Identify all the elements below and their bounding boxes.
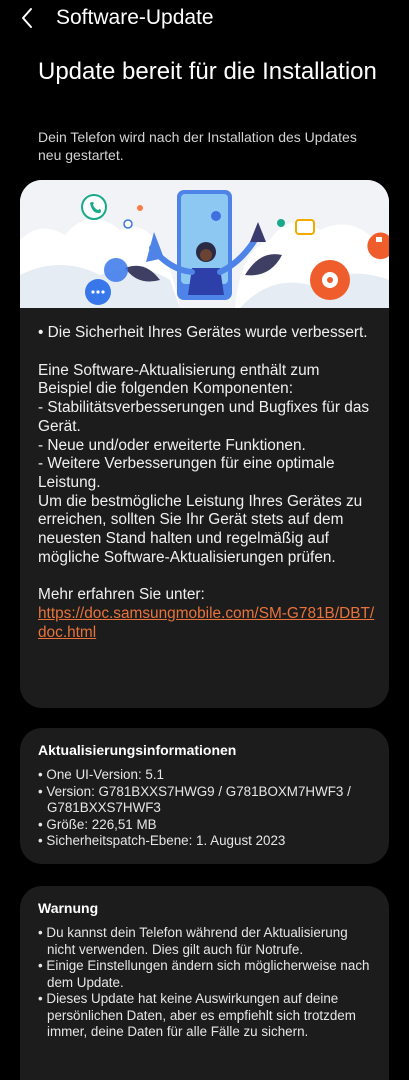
list-item: • Sicherheitspatch-Ebene: 1. August 2023 (38, 833, 286, 848)
restart-notice: Dein Telefon wird nach der Installation … (38, 129, 357, 163)
update-illustration (20, 180, 389, 308)
update-advice: Um die bestmögliche Leistung Ihres Gerät… (38, 492, 363, 566)
release-notes: • Die Sicherheit Ihres Gerätes wurde ver… (38, 324, 376, 643)
update-heading: Update bereit für die Installation (38, 58, 377, 85)
documentation-link[interactable]: https://doc.samsungmobile.com/SM-G781B/D… (38, 605, 374, 641)
component-item: - Neue und/oder erweiterte Funktionen. (38, 436, 306, 454)
page-title: Software-Update (56, 6, 214, 29)
more-info-label: Mehr erfahren Sie unter: (38, 586, 205, 604)
list-item: • Einige Einstellungen ändern sich mögli… (38, 958, 370, 990)
components-intro: Eine Software-Aktualisierung enthält zum… (38, 361, 320, 398)
update-info-list: • One UI-Version: 5.1 • Version: G781BXX… (38, 767, 378, 850)
update-info-title: Aktualisierungsinformationen (38, 742, 237, 758)
list-item: • Größe: 226,51 MB (38, 816, 157, 832)
warning-card: Warnung • Du kannst dein Telefon während… (20, 886, 389, 1080)
warning-title: Warnung (38, 900, 99, 916)
list-item: • One UI-Version: 5.1 (38, 767, 165, 782)
top-bar: Software-Update (0, 0, 409, 38)
security-note: • Die Sicherheit Ihres Gerätes wurde ver… (38, 324, 368, 341)
update-info-card: Aktualisierungsinformationen • One UI-Ve… (20, 728, 389, 864)
component-item: - Weitere Verbesserungen für eine optima… (38, 455, 335, 491)
release-notes-card: • Die Sicherheit Ihres Gerätes wurde ver… (20, 180, 389, 708)
chevron-left-icon[interactable] (18, 6, 38, 30)
component-item: - Stabilitätsverbesserungen und Bugfixes… (38, 399, 370, 435)
list-item: • Du kannst dein Telefon während der Akt… (38, 925, 348, 957)
warning-list: • Du kannst dein Telefon während der Akt… (38, 925, 378, 1041)
list-item: • Dieses Update hat keine Auswirkungen a… (38, 991, 356, 1039)
list-item: • Version: G781BXXS7HWG9 / G781BOXM7HWF3… (38, 783, 351, 816)
